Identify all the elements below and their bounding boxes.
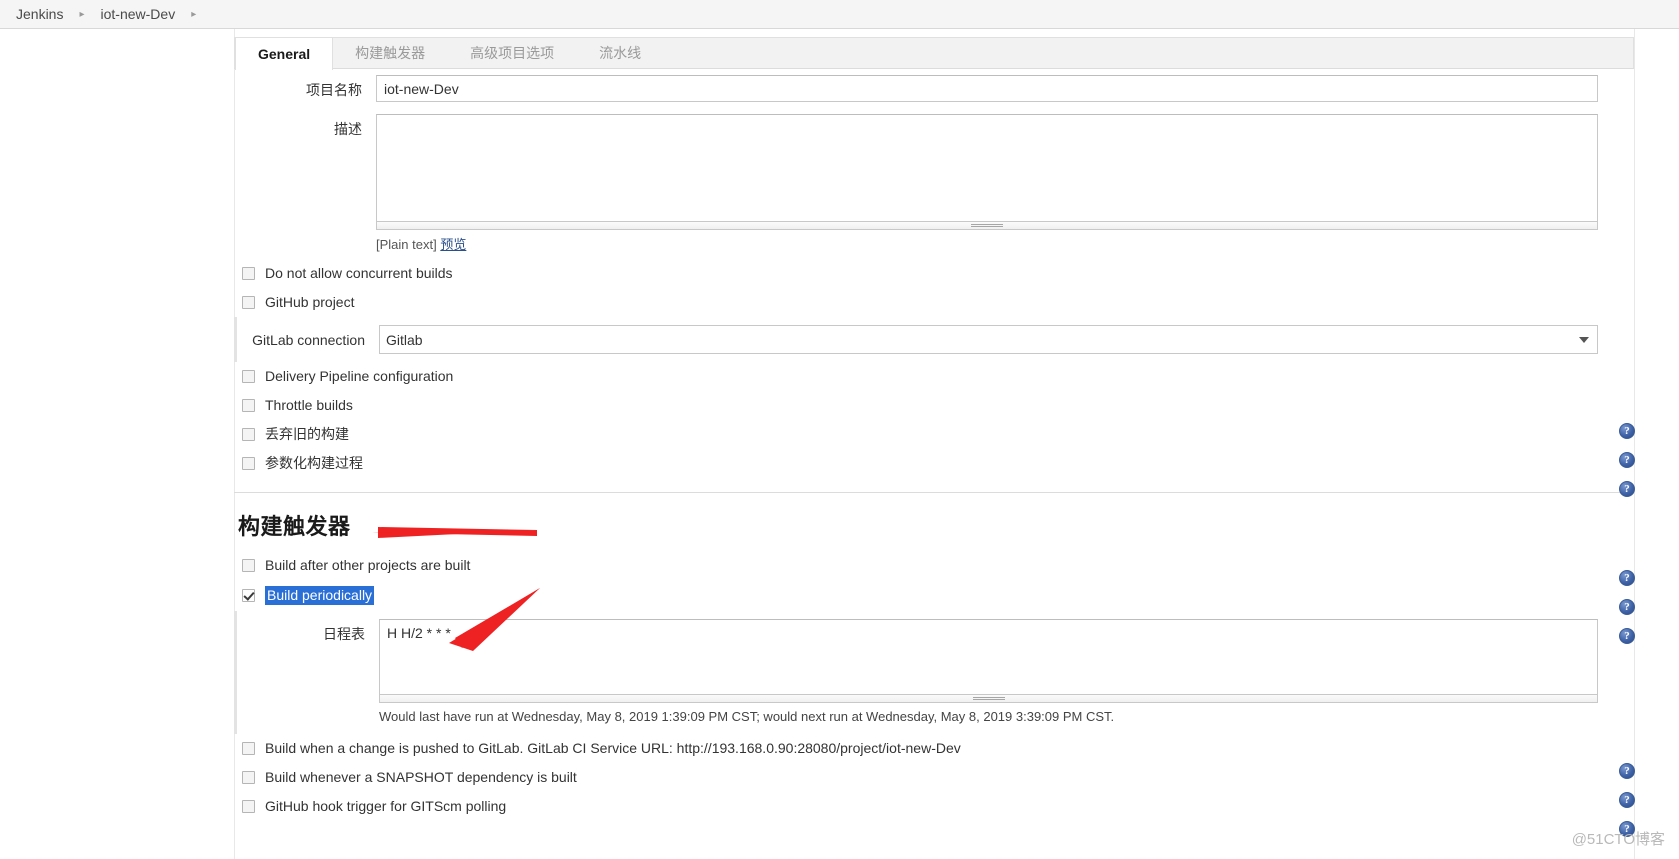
help-icon-snapshot-wrap: ? <box>1619 792 1635 808</box>
breadcrumb-item-project[interactable]: iot-new-Dev <box>99 6 178 22</box>
schedule-resize-handle[interactable] <box>379 695 1598 703</box>
config-tab-bar: General 构建触发器 高级项目选项 流水线 <box>234 37 1634 70</box>
watermark: @51CTO博客 <box>1571 831 1665 848</box>
checkbox-no-concurrent-builds[interactable] <box>242 267 255 280</box>
checkbox-snapshot-dependency[interactable] <box>242 771 255 784</box>
description-textarea[interactable] <box>376 114 1598 222</box>
help-icon[interactable]: ? <box>1619 452 1635 468</box>
checkbox-gitlab-push-trigger[interactable] <box>242 742 255 755</box>
tab-build-triggers[interactable]: 构建触发器 <box>333 38 448 68</box>
checkbox-row-discard-old-builds[interactable]: 丢弃旧的构建 <box>234 420 1634 449</box>
description-preview-link[interactable]: 预览 <box>440 237 466 252</box>
help-icon-gitlab-push-wrap: ? <box>1619 763 1635 779</box>
help-icon[interactable]: ? <box>1619 570 1635 586</box>
checkbox-label-parameterized-build: 参数化构建过程 <box>265 455 363 471</box>
checkbox-label-build-periodically: Build periodically <box>265 586 375 605</box>
help-icon-throttle-builds-wrap: ? <box>1619 423 1635 439</box>
tab-pipeline[interactable]: 流水线 <box>577 38 664 68</box>
checkbox-delivery-pipeline[interactable] <box>242 370 255 383</box>
checkbox-discard-old-builds[interactable] <box>242 428 255 441</box>
help-icon-build-after-other-wrap: ? <box>1619 570 1635 586</box>
gitlab-connection-block: GitLab connection Gitlab <box>234 317 1634 362</box>
project-name-input[interactable] <box>376 75 1598 102</box>
description-resize-handle[interactable] <box>376 222 1598 230</box>
general-form: 项目名称 描述 [Plain text] 预览 Do not allow con… <box>234 69 1634 821</box>
help-icon-discard-old-builds-wrap: ? <box>1619 452 1635 468</box>
checkbox-label-gitlab-push-trigger: Build when a change is pushed to GitLab.… <box>265 740 961 756</box>
right-divider <box>1634 29 1635 859</box>
checkbox-row-github-project[interactable]: GitHub project <box>234 288 1634 317</box>
breadcrumb: Jenkins ▸ iot-new-Dev ▸ <box>0 0 1679 29</box>
field-row-gitlab-connection: GitLab connection Gitlab <box>237 319 1634 360</box>
schedule-label: 日程表 <box>323 626 365 642</box>
checkbox-row-no-concurrent-builds[interactable]: Do not allow concurrent builds <box>234 259 1634 288</box>
help-icon[interactable]: ? <box>1619 599 1635 615</box>
field-row-schedule: 日程表 H H/2 * * * Would last have run at W… <box>237 613 1634 732</box>
checkbox-label-throttle-builds: Throttle builds <box>265 397 353 413</box>
help-icon-build-periodically-wrap: ? <box>1619 599 1635 615</box>
checkbox-row-build-periodically[interactable]: Build periodically <box>234 580 1634 611</box>
checkbox-label-build-after-other-projects: Build after other projects are built <box>265 557 471 573</box>
checkbox-github-hook-trigger[interactable] <box>242 800 255 813</box>
plain-text-label: [Plain text] <box>376 237 437 252</box>
checkbox-label-github-hook-trigger: GitHub hook trigger for GITScm polling <box>265 798 507 814</box>
help-icon[interactable]: ? <box>1619 628 1635 644</box>
field-row-project-name: 项目名称 <box>234 69 1634 108</box>
checkbox-throttle-builds[interactable] <box>242 399 255 412</box>
checkbox-label-discard-old-builds: 丢弃旧的构建 <box>265 426 349 442</box>
checkbox-row-throttle-builds[interactable]: Throttle builds <box>234 391 1634 420</box>
gitlab-connection-label: GitLab connection <box>252 332 365 348</box>
description-format-note: [Plain text] 预览 <box>376 230 1598 253</box>
checkbox-row-snapshot-dependency[interactable]: Build whenever a SNAPSHOT dependency is … <box>234 763 1634 792</box>
field-row-description: 描述 [Plain text] 预览 <box>234 108 1634 259</box>
schedule-block: 日程表 H H/2 * * * Would last have run at W… <box>234 611 1634 734</box>
tab-general[interactable]: General <box>235 37 334 70</box>
help-icon[interactable]: ? <box>1619 792 1635 808</box>
help-icon[interactable]: ? <box>1619 763 1635 779</box>
checkbox-row-gitlab-push-trigger[interactable]: Build when a change is pushed to GitLab.… <box>234 734 1634 763</box>
help-icon-schedule-wrap: ? <box>1619 628 1635 644</box>
build-triggers-title: 构建触发器 <box>238 514 351 539</box>
help-icon[interactable]: ? <box>1619 481 1635 497</box>
checkbox-label-no-concurrent-builds: Do not allow concurrent builds <box>265 265 453 281</box>
breadcrumb-separator-icon-2: ▸ <box>191 8 197 20</box>
tab-advanced-options[interactable]: 高级项目选项 <box>448 38 577 68</box>
checkbox-row-github-hook-trigger[interactable]: GitHub hook trigger for GITScm polling <box>234 792 1634 821</box>
checkbox-build-periodically[interactable] <box>242 589 255 602</box>
breadcrumb-separator-icon: ▸ <box>79 8 85 20</box>
checkbox-row-delivery-pipeline[interactable]: Delivery Pipeline configuration <box>234 362 1634 391</box>
schedule-next-run-hint: Would last have run at Wednesday, May 8,… <box>379 709 1115 724</box>
project-name-label: 项目名称 <box>306 82 362 98</box>
description-label: 描述 <box>334 121 362 137</box>
help-icon[interactable]: ? <box>1619 423 1635 439</box>
breadcrumb-item-jenkins[interactable]: Jenkins <box>14 6 65 22</box>
schedule-textarea[interactable]: H H/2 * * * <box>379 619 1598 695</box>
checkbox-label-delivery-pipeline: Delivery Pipeline configuration <box>265 368 454 384</box>
configure-page: General 构建触发器 高级项目选项 流水线 项目名称 描述 [Plain … <box>0 29 1679 859</box>
help-icon-parameterized-build-wrap: ? <box>1619 481 1635 497</box>
checkbox-build-after-other-projects[interactable] <box>242 559 255 572</box>
gitlab-connection-select[interactable]: Gitlab <box>379 325 1598 354</box>
checkbox-label-github-project: GitHub project <box>265 294 355 310</box>
checkbox-row-build-after-other-projects[interactable]: Build after other projects are built <box>234 551 1634 580</box>
checkbox-parameterized-build[interactable] <box>242 457 255 470</box>
checkbox-label-snapshot-dependency: Build whenever a SNAPSHOT dependency is … <box>265 769 577 785</box>
checkbox-row-parameterized-build[interactable]: 参数化构建过程 <box>234 449 1634 478</box>
checkbox-github-project[interactable] <box>242 296 255 309</box>
